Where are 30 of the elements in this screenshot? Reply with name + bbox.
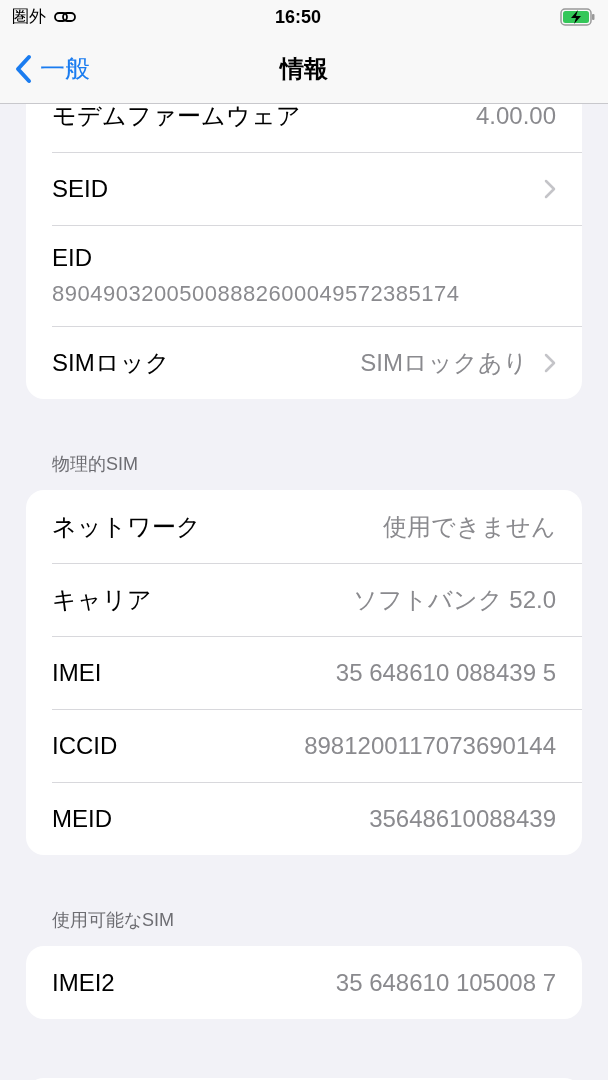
row-label: ネットワーク	[52, 511, 201, 542]
page-title: 情報	[280, 53, 328, 84]
row-label: IMEI	[52, 658, 102, 688]
battery-charging-icon	[560, 8, 596, 26]
row-label: キャリア	[52, 585, 152, 615]
row-value: 8981200117073690144	[304, 731, 556, 761]
carrier-status: 圏外	[12, 6, 46, 29]
clock-time: 16:50	[274, 5, 321, 29]
chevron-icon	[544, 353, 556, 373]
row-value: 35 648610 088439 5	[335, 658, 556, 688]
row-label: モデムファームウェア	[52, 104, 301, 131]
row-label: EID	[52, 243, 93, 273]
row-value: 35648610088439	[369, 804, 556, 834]
link-icon	[54, 11, 76, 23]
row-value: 35 648610 105008 7	[335, 967, 556, 998]
chevron-icon	[544, 179, 556, 199]
row-value: SIMロックあり	[360, 348, 528, 378]
back-button[interactable]: 一般	[0, 49, 90, 88]
section-header: 物理的SIM	[52, 453, 139, 476]
section-header: 使用可能なSIM	[52, 909, 175, 932]
row-label: ICCID	[52, 731, 118, 761]
row-value: 89049032005008882600049572385174	[52, 280, 460, 308]
row-value: ソフトバンク 52.0	[352, 585, 556, 615]
row-value: 使用できません	[383, 511, 556, 542]
row-label: MEID	[52, 804, 112, 834]
row-value: 4.00.00	[475, 104, 556, 131]
back-chevron-icon	[14, 53, 32, 84]
row-label: SEID	[52, 174, 108, 204]
row-label: IMEI2	[52, 967, 115, 998]
row-label: SIMロック	[52, 348, 170, 378]
